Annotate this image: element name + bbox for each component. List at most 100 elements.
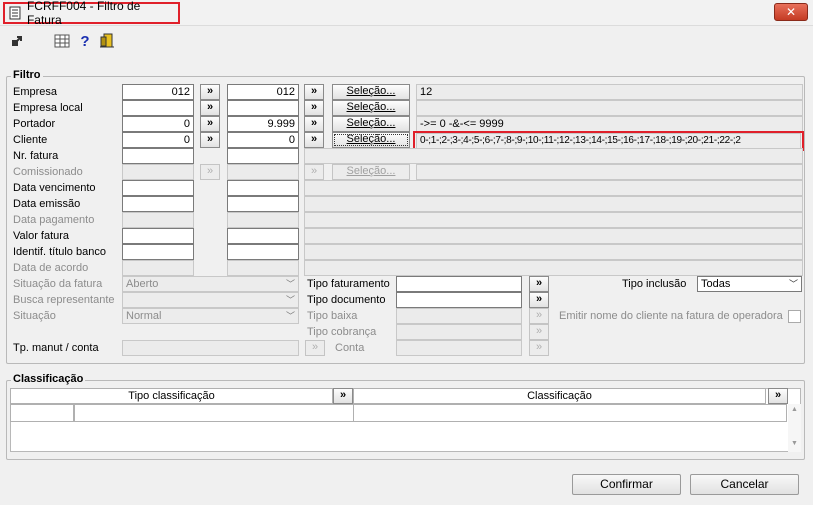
exit-door-icon[interactable] <box>98 32 116 50</box>
grid-cell-classificacao[interactable] <box>353 404 787 422</box>
data-vencimento-from-input[interactable] <box>122 180 194 196</box>
chevron-down-icon: ﹀ <box>285 295 295 305</box>
label-emitir-nome: Emitir nome do cliente na fatura de oper… <box>559 310 783 322</box>
label-data-emissao: Data emissão <box>13 198 81 210</box>
label-busca-representante: Busca representante <box>13 294 115 306</box>
comissionado-arrow-button-2: » <box>304 164 324 180</box>
situacao-da-fatura-value: Aberto <box>126 278 159 290</box>
busca-representante-select: ﹀ <box>122 292 299 308</box>
portador-arrow-button[interactable]: » <box>200 116 220 132</box>
cancelar-button[interactable]: Cancelar <box>690 474 799 495</box>
tipo-classificacao-arrow-button[interactable]: » <box>333 388 353 404</box>
confirmar-button[interactable]: Confirmar <box>572 474 681 495</box>
cliente-from-input[interactable]: 0 <box>122 132 194 148</box>
situacao-select: Normal ﹀ <box>122 308 299 324</box>
cliente-arrow-button[interactable]: » <box>200 132 220 148</box>
label-tipo-faturamento: Tipo faturamento <box>307 278 390 290</box>
grid-cell-indicator[interactable] <box>10 404 74 422</box>
label-nr-fatura: Nr. fatura <box>13 150 59 162</box>
label-tp-manut-conta: Tp. manut / conta <box>13 342 99 354</box>
label-data-de-acordo: Data de acordo <box>13 262 89 274</box>
label-empresa-local: Empresa local <box>13 102 83 114</box>
label-valor-fatura: Valor fatura <box>13 230 70 242</box>
grid-scrollbar[interactable]: ▲ ▼ <box>788 404 801 452</box>
tipo-faturamento-input[interactable] <box>396 276 522 292</box>
portador-to-input[interactable]: 9.999 <box>227 116 299 132</box>
portador-arrow-button-2[interactable]: » <box>304 116 324 132</box>
portador-info: ->= 0 -&-<= 9999 <box>416 116 803 132</box>
cliente-to-input[interactable]: 0 <box>227 132 299 148</box>
tipo-cobranca-input <box>396 324 522 340</box>
grid-cell-tipo-classificacao[interactable] <box>74 404 354 422</box>
data-de-acordo-to-input <box>227 260 299 276</box>
empresa-local-selecao-button[interactable]: Seleção... <box>332 100 410 116</box>
help-icon[interactable]: ? <box>76 32 94 50</box>
comissionado-selecao-button: Seleção... <box>332 164 410 180</box>
label-data-vencimento: Data vencimento <box>13 182 96 194</box>
label-tipo-documento: Tipo documento <box>307 294 386 306</box>
nr-fatura-to-input[interactable] <box>227 148 299 164</box>
tipo-faturamento-arrow-button[interactable]: » <box>529 276 549 292</box>
label-tipo-inclusao: Tipo inclusão <box>622 278 687 290</box>
label-empresa: Empresa <box>13 86 58 98</box>
tipo-inclusao-select[interactable]: Todas ﹀ <box>697 276 802 292</box>
portador-from-input[interactable]: 0 <box>122 116 194 132</box>
portador-selecao-button[interactable]: Seleção... <box>332 116 410 132</box>
label-data-pagamento: Data pagamento <box>13 214 95 226</box>
empresa-local-arrow-button-2[interactable]: » <box>304 100 324 116</box>
comissionado-info <box>416 164 803 180</box>
chevron-down-icon: ﹀ <box>788 279 798 289</box>
classificacao-arrow-button[interactable]: » <box>768 388 788 404</box>
data-pagamento-to-input <box>227 212 299 228</box>
empresa-arrow-button-2[interactable]: » <box>304 84 324 100</box>
nr-fatura-info <box>304 148 803 164</box>
label-tipo-baixa: Tipo baixa <box>307 310 358 322</box>
emitir-nome-checkbox[interactable] <box>788 310 801 323</box>
empresa-local-from-input[interactable] <box>122 100 194 116</box>
identif-titulo-banco-to-input[interactable] <box>227 244 299 260</box>
tipo-documento-arrow-button[interactable]: » <box>529 292 549 308</box>
filtro-legend: Filtro <box>11 69 43 81</box>
label-portador: Portador <box>13 118 56 130</box>
data-emissao-from-input[interactable] <box>122 196 194 212</box>
toolbar: ? <box>0 27 813 57</box>
label-conta: Conta <box>335 342 365 354</box>
label-comissionado: Comissionado <box>13 166 83 178</box>
title-bar: FCRFF004 - Filtro de Fatura ✕ <box>0 0 813 27</box>
table-icon[interactable] <box>53 32 71 50</box>
tipo-inclusao-value: Todas <box>701 278 731 290</box>
nr-fatura-from-input[interactable] <box>122 148 194 164</box>
empresa-selecao-button[interactable]: Seleção... <box>332 84 410 100</box>
empresa-local-arrow-button[interactable]: » <box>200 100 220 116</box>
empresa-to-input[interactable]: 012 <box>227 84 299 100</box>
cliente-selecao-button[interactable]: Seleção... <box>332 132 410 148</box>
label-cliente: Cliente <box>13 134 48 146</box>
label-tipo-cobranca: Tipo cobrança <box>307 326 377 338</box>
empresa-arrow-button[interactable]: » <box>200 84 220 100</box>
empresa-local-to-input[interactable] <box>227 100 299 116</box>
tipo-documento-input[interactable] <box>396 292 522 308</box>
label-situacao-da-fatura: Situação da fatura <box>13 278 103 290</box>
export-icon[interactable] <box>8 32 26 50</box>
data-de-acordo-info <box>304 260 803 276</box>
cliente-arrow-button-2[interactable]: » <box>304 132 324 148</box>
scroll-up-icon[interactable]: ▲ <box>788 404 801 416</box>
close-button[interactable]: ✕ <box>774 3 808 21</box>
comissionado-from-input <box>122 164 194 180</box>
data-emissao-to-input[interactable] <box>227 196 299 212</box>
empresa-from-input[interactable]: 012 <box>122 84 194 100</box>
valor-fatura-from-input[interactable] <box>122 228 194 244</box>
data-de-acordo-from-input <box>122 260 194 276</box>
column-header-tipo-classificacao[interactable]: Tipo classificação <box>10 388 333 404</box>
data-vencimento-info <box>304 180 803 196</box>
empresa-local-info <box>416 100 803 116</box>
column-header-classificacao[interactable]: Classificação <box>353 388 766 404</box>
identif-titulo-banco-from-input[interactable] <box>122 244 194 260</box>
scroll-down-icon[interactable]: ▼ <box>788 438 801 450</box>
tipo-cobranca-arrow-button: » <box>529 324 549 340</box>
valor-fatura-to-input[interactable] <box>227 228 299 244</box>
label-identif-titulo-banco: Identif. título banco <box>13 246 106 258</box>
situacao-da-fatura-select: Aberto ﹀ <box>122 276 299 292</box>
situacao-value: Normal <box>126 310 162 322</box>
data-vencimento-to-input[interactable] <box>227 180 299 196</box>
